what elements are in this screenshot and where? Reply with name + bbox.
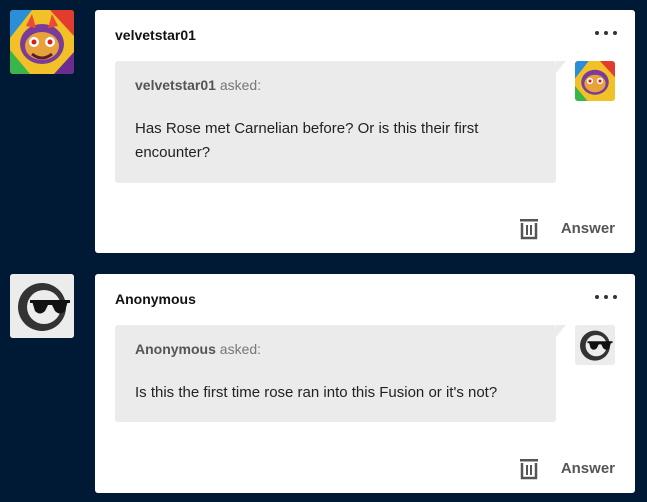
post-card: Anonymous Anonymous asked: Is this the f… [95, 274, 635, 493]
sunglasses-ghost-icon [575, 325, 615, 365]
mask-art-icon [10, 10, 74, 74]
avatar[interactable] [10, 10, 74, 74]
avatar[interactable] [10, 274, 74, 338]
post-username[interactable]: Anonymous [115, 291, 196, 307]
answer-button[interactable]: Answer [561, 460, 615, 477]
asker-line: Anonymous asked: [135, 341, 536, 357]
ask-bubble: Anonymous asked: Is this the first time … [115, 325, 566, 422]
more-options-icon[interactable] [595, 26, 617, 40]
post-username[interactable]: velvetstar01 [115, 27, 196, 43]
delete-icon[interactable] [519, 218, 539, 240]
question-text: Has Rose met Carnelian before? Or is thi… [135, 120, 479, 161]
post-card: velvetstar01 velvetstar01 asked: Has Ros… [95, 10, 635, 253]
sunglasses-ghost-icon [10, 274, 74, 338]
question-text: Is this the first time rose ran into thi… [135, 384, 498, 401]
asker-line: velvetstar01 asked: [135, 77, 536, 93]
mask-art-icon [575, 61, 615, 101]
delete-icon[interactable] [519, 458, 539, 480]
asker-avatar[interactable] [575, 325, 615, 365]
answer-button[interactable]: Answer [561, 220, 615, 237]
asked-label: asked: [219, 341, 262, 357]
asker-name[interactable]: Anonymous [135, 341, 216, 357]
asker-avatar[interactable] [575, 61, 615, 101]
asker-name[interactable]: velvetstar01 [135, 77, 216, 93]
more-options-icon[interactable] [595, 290, 617, 304]
asked-label: asked: [219, 77, 262, 93]
ask-bubble: velvetstar01 asked: Has Rose met Carneli… [115, 61, 566, 183]
